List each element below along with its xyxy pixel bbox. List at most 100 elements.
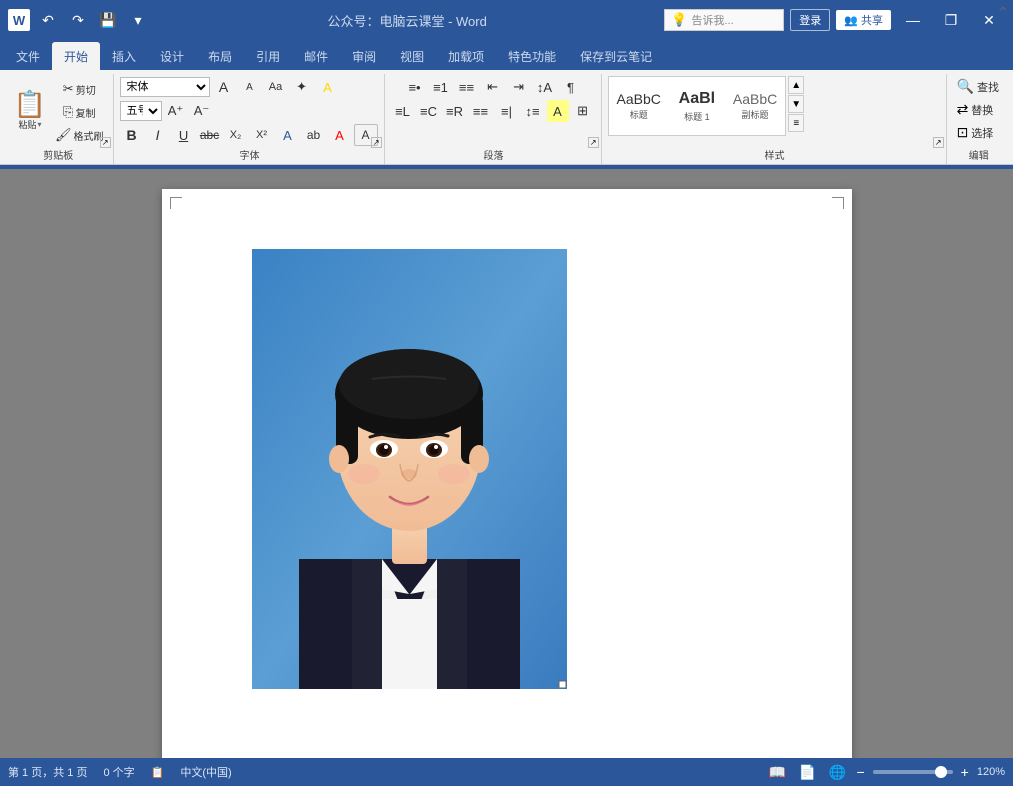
tab-references[interactable]: 引用 [244,42,292,70]
save-button[interactable]: 💾 [96,8,120,32]
ribbon-collapse-button[interactable]: ⌃ [997,4,1009,22]
redo-button[interactable]: ↷ [66,8,90,32]
increase-indent-button[interactable]: ⇥ [507,76,531,98]
increase-size-button[interactable]: A⁺ [164,100,188,122]
clipboard-expand-icon[interactable]: ↗ [100,132,111,150]
align-center-button[interactable]: ≡C [417,100,441,122]
page-info: 第 1 页，共 1 页 [8,764,87,780]
distribute-button[interactable]: ≡| [495,100,519,122]
customize-qat-button[interactable]: ▾ [126,8,150,32]
copy-button[interactable]: ⎘ 复制 [52,101,107,123]
zoom-out-button[interactable]: − [856,764,864,780]
highlight-icon: ab [307,128,320,142]
login-share-area: 💡 告诉我... 登录 👥 共享 — ❐ ✕ [664,6,1005,34]
find-icon: 🔍 [957,78,974,95]
style-subtitle[interactable]: AaBbC 副标题 [727,89,783,124]
align-left-button[interactable]: ≡L [391,100,415,122]
tab-addins[interactable]: 加载项 [436,42,496,70]
sort-button[interactable]: ↕A [533,76,557,98]
read-view-button[interactable]: 📖 [766,761,788,783]
corner-tl [170,197,182,209]
text-highlight-color-button[interactable]: ab [302,124,326,146]
underline-button[interactable]: U [172,124,196,146]
decrease-size-button[interactable]: A⁻ [190,100,214,122]
minimize-button[interactable]: — [897,6,929,34]
para-expand-icon[interactable]: ↗ [588,132,599,150]
style-normal[interactable]: AaBbC 标题 [611,89,667,124]
text-highlight-button[interactable]: A [316,76,340,98]
tab-design[interactable]: 设计 [148,42,196,70]
zoom-thumb [935,766,947,778]
strikethrough-button[interactable]: abc [198,124,222,146]
word-count: 0 个字 [103,764,134,780]
undo-button[interactable]: ↶ [36,8,60,32]
tab-cloud[interactable]: 保存到云笔记 [568,42,664,70]
passport-photo [252,249,567,689]
font-expand-icon[interactable]: ↗ [371,132,382,150]
tab-review[interactable]: 审阅 [340,42,388,70]
font-name-select[interactable]: 宋体 [120,77,210,97]
web-view-button[interactable]: 🌐 [826,761,848,783]
zoom-in-button[interactable]: + [961,764,969,780]
numbering-button[interactable]: ≡1 [429,76,453,98]
tab-layout[interactable]: 布局 [196,42,244,70]
tab-view[interactable]: 视图 [388,42,436,70]
tell-me-placeholder: 告诉我... [691,12,733,28]
paste-button[interactable]: 📋 粘贴 ▾ [8,76,52,146]
style-heading1[interactable]: AaBl 标题 1 [669,87,725,124]
paragraph-label: 段落 [387,147,601,162]
paragraph-group: ≡• ≡1 ≡≡ ⇤ ⇥ ↕A ¶ ≡L ≡C ≡R ≡≡ ≡| ↕≡ A ⊞ [387,74,602,164]
font-grow-button[interactable]: A [212,76,236,98]
line-spacing-button[interactable]: ↕≡ [521,100,545,122]
copy-label: 复制 [75,105,95,120]
bullets-button[interactable]: ≡• [403,76,427,98]
justify-button[interactable]: ≡≡ [469,100,493,122]
style-sub-preview: AaBbC [733,91,777,108]
styles-more[interactable]: ≡ [788,114,804,132]
text-effects-button[interactable]: A [276,124,300,146]
tab-home[interactable]: 开始 [52,42,100,70]
format-painter-button[interactable]: 🖌 格式刷 [52,124,107,146]
select-button[interactable]: ⊡ 选择 [953,122,998,143]
superscript-button[interactable]: X² [250,124,274,146]
tab-insert[interactable]: 插入 [100,42,148,70]
show-marks-button[interactable]: ¶ [559,76,583,98]
tab-file[interactable]: 文件 [4,42,52,70]
para-row-2: ≡L ≡C ≡R ≡≡ ≡| ↕≡ A ⊞ [391,100,595,122]
document-area [0,169,1013,758]
decrease-indent-button[interactable]: ⇤ [481,76,505,98]
font-shrink-button[interactable]: A [238,76,262,98]
tab-mailings[interactable]: 邮件 [292,42,340,70]
styles-scroll-up[interactable]: ▲ [788,76,804,94]
align-right-button[interactable]: ≡R [443,100,467,122]
shading-button[interactable]: A [547,100,569,122]
borders-button[interactable]: ⊞ [571,100,595,122]
italic-button[interactable]: I [146,124,170,146]
font-case-button[interactable]: Aa [264,76,288,98]
ribbon-content: 📋 粘贴 ▾ ✂ 剪切 ⎘ 复制 [0,70,1013,164]
restore-button[interactable]: ❐ [935,6,967,34]
photo-container[interactable] [252,249,567,689]
replace-label: 替换 [971,102,993,118]
bold-button[interactable]: B [120,124,144,146]
styles-expand-icon[interactable]: ↗ [933,132,944,150]
clipboard-content: 📋 粘贴 ▾ ✂ 剪切 ⎘ 复制 [8,76,107,146]
cut-button[interactable]: ✂ 剪切 [52,78,107,100]
subscript-button[interactable]: X₂ [224,124,248,146]
font-color-button[interactable]: A [328,124,352,146]
find-button[interactable]: 🔍 查找 [953,76,1003,97]
tab-special[interactable]: 特色功能 [496,42,568,70]
replace-button[interactable]: ⇄ 替换 [953,99,998,120]
photo-svg [252,249,567,689]
login-button[interactable]: 登录 [790,9,830,31]
ribbon-tabs: 文件 开始 插入 设计 布局 引用 邮件 审阅 视图 加载项 特色功能 保存到云… [0,40,1013,70]
styles-scroll-down[interactable]: ▼ [788,95,804,113]
page-view-button[interactable]: 📄 [796,761,818,783]
share-button[interactable]: 👥 共享 [836,10,891,30]
tell-me-input[interactable]: 💡 告诉我... [664,9,784,31]
zoom-slider[interactable] [873,770,953,774]
clear-format-button[interactable]: ✦ [290,76,314,98]
font-size-select[interactable]: 五号 [120,101,162,121]
title-bar-left: W ↶ ↷ 💾 ▾ [8,8,150,32]
multilevel-list-button[interactable]: ≡≡ [455,76,479,98]
